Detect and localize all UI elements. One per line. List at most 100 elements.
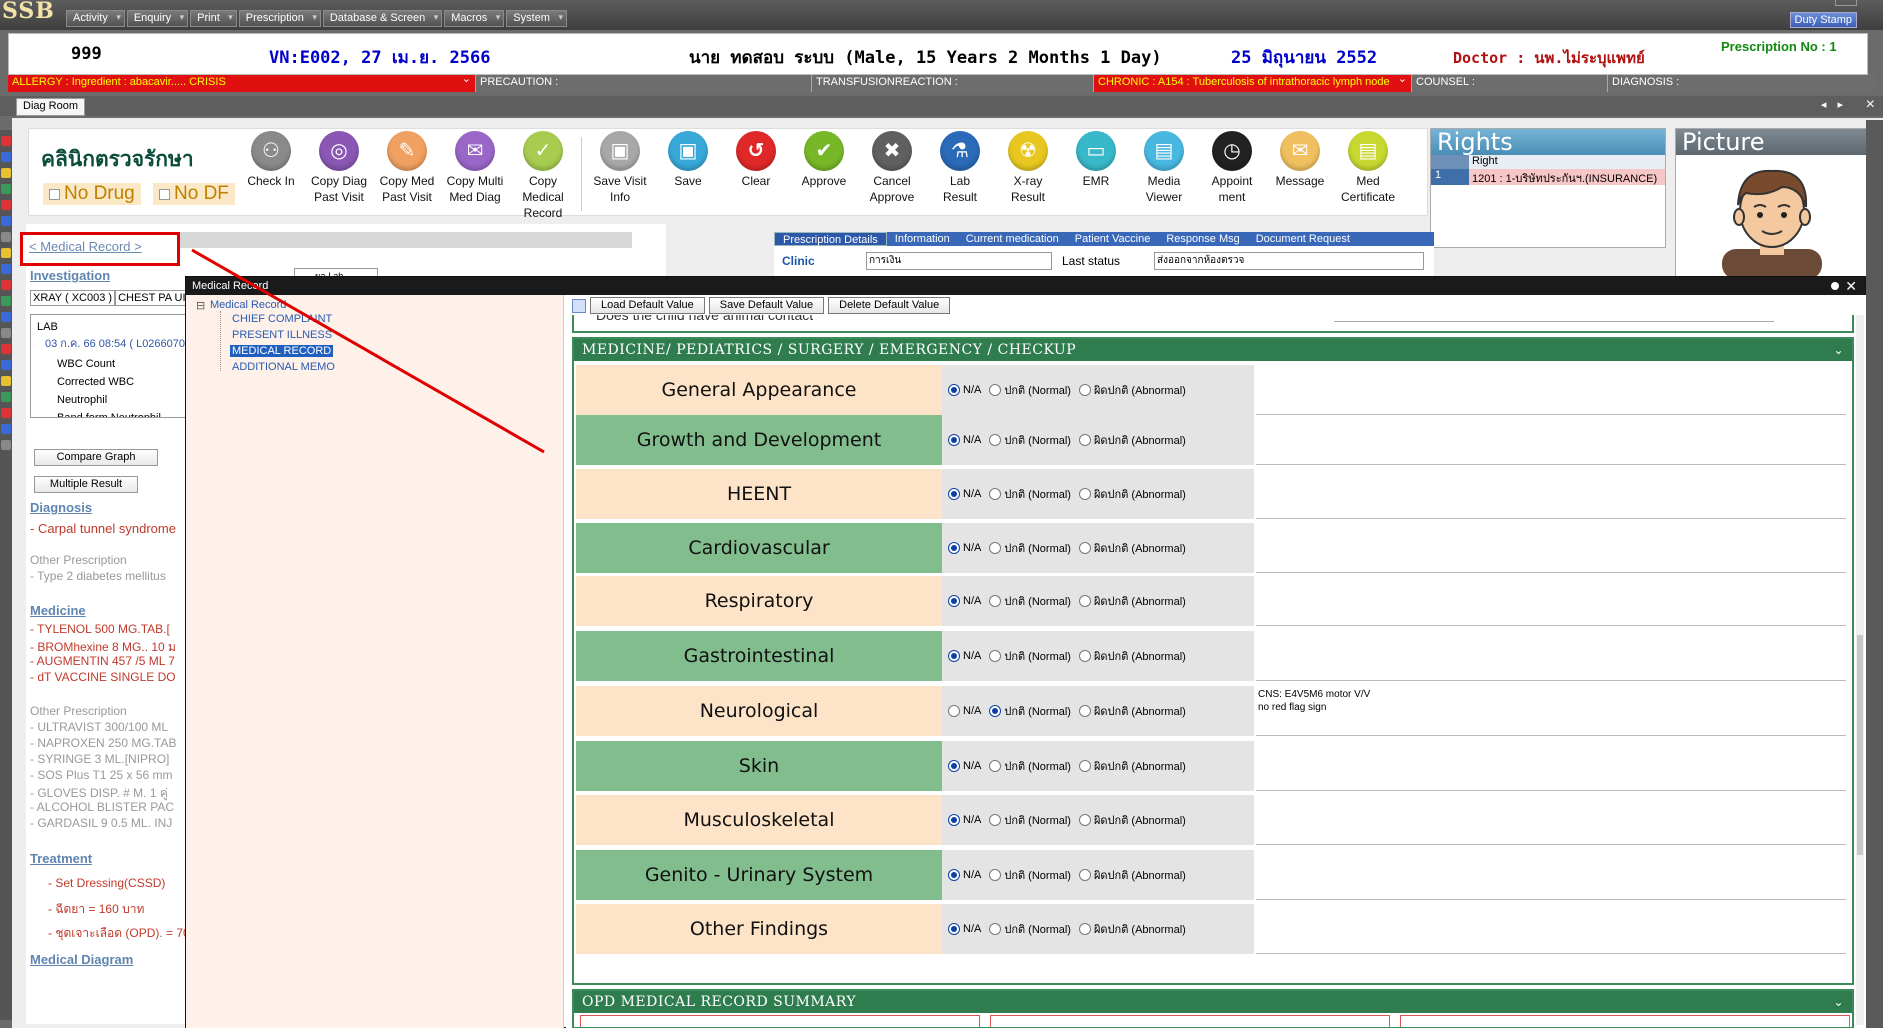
treatment-item[interactable]: - ฉีดยา = 160 บาท	[48, 900, 144, 919]
medical-record-link[interactable]: < Medical Record >	[20, 232, 180, 266]
radio-icon[interactable]	[1078, 923, 1091, 935]
option-normal[interactable]: ปกติ (Normal)	[989, 431, 1071, 449]
shortcut-icon[interactable]	[1, 216, 11, 226]
radio-icon[interactable]	[1078, 488, 1091, 500]
lab-date[interactable]: 03 ก.ค. 66 08:54 ( L02660700	[37, 333, 189, 355]
radio-icon[interactable]	[948, 542, 960, 554]
exam-note[interactable]	[1256, 576, 1846, 626]
approve-button[interactable]: ✔ Approve	[790, 131, 858, 221]
option-na[interactable]: N/A	[948, 542, 981, 554]
rights-row[interactable]: 1 1201 : 1-บริษัทประกันฯ.(INSURANCE)	[1431, 169, 1665, 185]
appointment-button[interactable]: ◷ Appoint ment	[1198, 131, 1266, 221]
shortcut-icon[interactable]	[1, 152, 11, 162]
option-abnormal[interactable]: ผิดปกติ (Abnormal)	[1078, 592, 1186, 610]
cancel-approve-button[interactable]: ✖ Cancel Approve	[858, 131, 926, 221]
copy-diag-past-visit-button[interactable]: ◎ Copy Diag Past Visit	[305, 131, 373, 221]
medicine-item[interactable]: - dT VACCINE SINGLE DO	[30, 670, 176, 684]
option-na[interactable]: N/A	[948, 760, 981, 772]
last-status-select[interactable]: ส่งออกจากห้องตรวจ	[1154, 252, 1424, 270]
content-scrollbar[interactable]	[1856, 315, 1864, 1025]
shortcut-icon[interactable]	[1, 408, 11, 418]
radio-icon[interactable]	[1078, 760, 1091, 772]
lab-item[interactable]: WBC Count	[37, 355, 183, 373]
shortcut-icon[interactable]	[1, 264, 11, 274]
xray-code[interactable]: XRAY ( XC003 )	[30, 290, 116, 306]
medicine-heading[interactable]: Medicine	[30, 603, 86, 618]
save-button[interactable]: ▣ Save	[654, 131, 722, 221]
delete-default-button[interactable]: Delete Default Value	[828, 297, 951, 314]
radio-icon[interactable]	[948, 384, 960, 396]
exam-note[interactable]	[1256, 741, 1846, 791]
option-abnormal[interactable]: ผิดปกติ (Abnormal)	[1078, 431, 1186, 449]
tree-collapse-icon[interactable]: ⊟	[196, 299, 205, 312]
exam-note[interactable]	[1256, 904, 1846, 954]
diagnosis-heading[interactable]: Diagnosis	[30, 500, 92, 515]
compare-graph-button[interactable]: Compare Graph	[34, 449, 158, 466]
radio-icon[interactable]	[989, 923, 1002, 935]
medicine-item[interactable]: - TYLENOL 500 MG.TAB.[	[30, 622, 170, 636]
treatment-heading[interactable]: Treatment	[30, 851, 92, 866]
message-button[interactable]: ✉ Message	[1266, 131, 1334, 221]
shortcut-icon[interactable]	[1, 312, 11, 322]
xray-result-button[interactable]: ☢ X-ray Result	[994, 131, 1062, 221]
radio-icon[interactable]	[1078, 434, 1091, 446]
tree-item-present-illness[interactable]: PRESENT ILLNESS	[232, 329, 332, 341]
option-normal[interactable]: ปกติ (Normal)	[989, 702, 1071, 720]
tab-information[interactable]: Information	[887, 232, 958, 246]
radio-icon[interactable]	[989, 760, 1002, 772]
summary-section-header[interactable]: OPD MEDICAL RECORD SUMMARY ⌄	[574, 991, 1852, 1013]
medicine-item[interactable]: - AUGMENTIN 457 /5 ML 7	[30, 654, 175, 668]
shortcut-icon[interactable]	[1, 136, 11, 146]
option-normal[interactable]: ปกติ (Normal)	[989, 539, 1071, 557]
chevron-down-icon[interactable]: ⌄	[1833, 991, 1844, 1013]
option-na[interactable]: N/A	[948, 869, 981, 881]
radio-icon[interactable]	[989, 595, 1002, 607]
other-item[interactable]: - ULTRAVIST 300/100 ML	[30, 720, 168, 734]
tab-current-medication[interactable]: Current medication	[958, 232, 1067, 246]
radio-icon[interactable]	[989, 869, 1002, 881]
menu-macros[interactable]: Macros	[444, 10, 505, 27]
tree-item-chief-complaint[interactable]: CHIEF COMPLAINT	[232, 313, 332, 325]
shortcut-icon[interactable]	[1, 184, 11, 194]
radio-icon[interactable]	[1078, 705, 1091, 717]
radio-icon[interactable]	[948, 869, 960, 881]
radio-icon[interactable]	[1078, 595, 1091, 607]
lab-item[interactable]: Corrected WBC	[37, 373, 183, 391]
option-abnormal[interactable]: ผิดปกติ (Abnormal)	[1078, 811, 1186, 829]
close-icon[interactable]: ×	[1866, 96, 1875, 114]
option-na[interactable]: N/A	[948, 814, 981, 826]
radio-icon[interactable]	[1078, 814, 1091, 826]
clear-button[interactable]: ↺ Clear	[722, 131, 790, 221]
summary-field[interactable]	[1400, 1015, 1850, 1027]
radio-icon[interactable]	[989, 384, 1002, 396]
option-normal[interactable]: ปกติ (Normal)	[989, 647, 1071, 665]
shortcut-icon[interactable]	[1, 376, 11, 386]
radio-icon[interactable]	[948, 595, 960, 607]
option-normal[interactable]: ปกติ (Normal)	[989, 866, 1071, 884]
shortcut-icon[interactable]	[1, 328, 11, 338]
option-abnormal[interactable]: ผิดปกติ (Abnormal)	[1078, 485, 1186, 503]
tree-item-medical-record[interactable]: MEDICAL RECORD	[230, 345, 334, 357]
xray-name[interactable]: CHEST PA UI	[115, 290, 189, 306]
lab-item[interactable]: Band form Neutrophil	[37, 409, 183, 417]
treatment-item[interactable]: - Set Dressing(CSSD)	[48, 876, 165, 890]
dialog-pin-icon[interactable]	[1831, 282, 1839, 290]
option-na[interactable]: N/A	[948, 488, 981, 500]
radio-icon[interactable]	[1078, 542, 1091, 554]
option-na[interactable]: N/A	[948, 434, 981, 446]
radio-icon[interactable]	[948, 814, 960, 826]
exam-note[interactable]	[1256, 469, 1846, 519]
radio-icon[interactable]	[948, 705, 960, 717]
summary-field[interactable]	[990, 1015, 1390, 1027]
radio-icon[interactable]	[989, 434, 1002, 446]
tree-root[interactable]: Medical Record	[210, 299, 286, 311]
tab-document-request[interactable]: Document Request	[1248, 232, 1358, 246]
lab-result-button[interactable]: ⚗ Lab Result	[926, 131, 994, 221]
summary-field[interactable]	[580, 1015, 980, 1027]
option-normal[interactable]: ปกติ (Normal)	[989, 920, 1071, 938]
option-abnormal[interactable]: ผิดปกติ (Abnormal)	[1078, 920, 1186, 938]
other-item[interactable]: - SYRINGE 3 ML.[NIPRO]	[30, 752, 169, 766]
shortcut-icon[interactable]	[1, 200, 11, 210]
radio-icon[interactable]	[989, 650, 1002, 662]
radio-icon[interactable]	[1078, 650, 1091, 662]
